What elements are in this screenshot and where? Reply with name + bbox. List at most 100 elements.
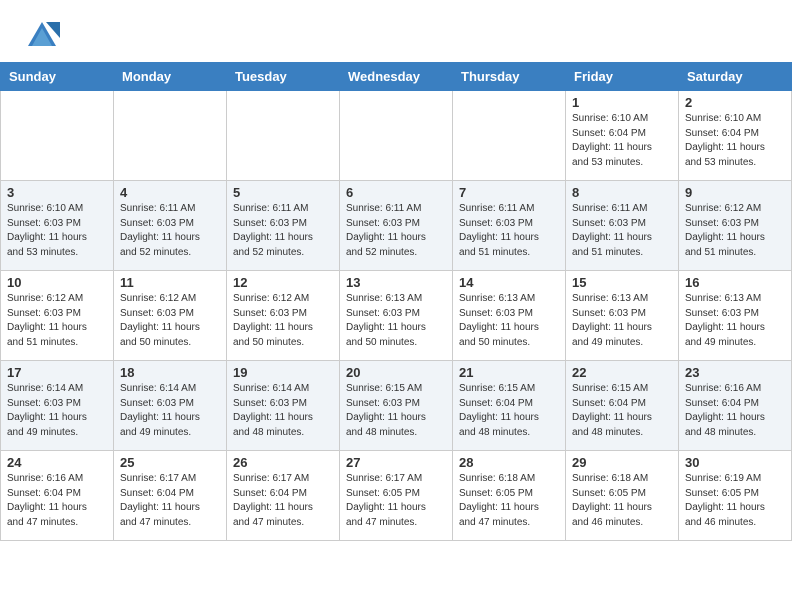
day-info: Sunrise: 6:11 AM Sunset: 6:03 PM Dayligh… — [346, 202, 446, 260]
day-info: Sunrise: 6:18 AM Sunset: 6:05 PM Dayligh… — [459, 472, 559, 530]
calendar-cell: 2 Sunrise: 6:10 AM Sunset: 6:04 PM Daylig… — [679, 91, 792, 181]
weekday-header: Friday — [566, 63, 679, 91]
day-number: 17 — [7, 365, 107, 380]
day-info: Sunrise: 6:14 AM Sunset: 6:03 PM Dayligh… — [7, 382, 107, 440]
day-info: Sunrise: 6:11 AM Sunset: 6:03 PM Dayligh… — [459, 202, 559, 260]
day-info: Sunrise: 6:15 AM Sunset: 6:03 PM Dayligh… — [346, 382, 446, 440]
day-info: Sunrise: 6:16 AM Sunset: 6:04 PM Dayligh… — [685, 382, 785, 440]
day-number: 19 — [233, 365, 333, 380]
day-number: 8 — [572, 185, 672, 200]
day-number: 16 — [685, 275, 785, 290]
calendar-cell: 17 Sunrise: 6:14 AM Sunset: 6:03 PM Dayli… — [1, 361, 114, 451]
day-info: Sunrise: 6:10 AM Sunset: 6:04 PM Dayligh… — [685, 112, 785, 170]
calendar-cell: 10Sunrise: 6:12 AM Sunset: 6:03 PM Dayli… — [1, 271, 114, 361]
day-info: Sunrise: 6:16 AM Sunset: 6:04 PM Dayligh… — [7, 472, 107, 530]
day-number: 6 — [346, 185, 446, 200]
calendar-cell: 19Sunrise: 6:14 AM Sunset: 6:03 PM Dayli… — [227, 361, 340, 451]
calendar-cell: 3 Sunrise: 6:10 AM Sunset: 6:03 PM Daylig… — [1, 181, 114, 271]
day-number: 11 — [120, 275, 220, 290]
calendar-cell — [453, 91, 566, 181]
day-info: Sunrise: 6:17 AM Sunset: 6:05 PM Dayligh… — [346, 472, 446, 530]
day-number: 20 — [346, 365, 446, 380]
calendar-cell: 27Sunrise: 6:17 AM Sunset: 6:05 PM Dayli… — [340, 451, 453, 541]
day-info: Sunrise: 6:17 AM Sunset: 6:04 PM Dayligh… — [233, 472, 333, 530]
calendar-table: SundayMondayTuesdayWednesdayThursdayFrid… — [0, 62, 792, 541]
logo — [24, 18, 64, 54]
calendar-cell: 24 Sunrise: 6:16 AM Sunset: 6:04 PM Dayli… — [1, 451, 114, 541]
calendar-cell: 9Sunrise: 6:12 AM Sunset: 6:03 PM Daylig… — [679, 181, 792, 271]
day-number: 13 — [346, 275, 446, 290]
day-number: 5 — [233, 185, 333, 200]
day-info: Sunrise: 6:13 AM Sunset: 6:03 PM Dayligh… — [459, 292, 559, 350]
calendar-header-row: SundayMondayTuesdayWednesdayThursdayFrid… — [1, 63, 792, 91]
calendar-cell — [114, 91, 227, 181]
page-header — [0, 0, 792, 62]
day-info: Sunrise: 6:15 AM Sunset: 6:04 PM Dayligh… — [572, 382, 672, 440]
day-number: 26 — [233, 455, 333, 470]
day-number: 4 — [120, 185, 220, 200]
calendar-cell — [340, 91, 453, 181]
calendar-week-row: 10Sunrise: 6:12 AM Sunset: 6:03 PM Dayli… — [1, 271, 792, 361]
day-info: Sunrise: 6:12 AM Sunset: 6:03 PM Dayligh… — [685, 202, 785, 260]
calendar-cell: 1 Sunrise: 6:10 AM Sunset: 6:04 PM Daylig… — [566, 91, 679, 181]
calendar-week-row: 24 Sunrise: 6:16 AM Sunset: 6:04 PM Dayli… — [1, 451, 792, 541]
calendar-cell: 23Sunrise: 6:16 AM Sunset: 6:04 PM Dayli… — [679, 361, 792, 451]
calendar-cell: 5 Sunrise: 6:11 AM Sunset: 6:03 PM Daylig… — [227, 181, 340, 271]
day-number: 21 — [459, 365, 559, 380]
day-number: 7 — [459, 185, 559, 200]
day-info: Sunrise: 6:12 AM Sunset: 6:03 PM Dayligh… — [7, 292, 107, 350]
day-info: Sunrise: 6:13 AM Sunset: 6:03 PM Dayligh… — [685, 292, 785, 350]
day-info: Sunrise: 6:11 AM Sunset: 6:03 PM Dayligh… — [120, 202, 220, 260]
day-info: Sunrise: 6:14 AM Sunset: 6:03 PM Dayligh… — [120, 382, 220, 440]
calendar-cell: 16 Sunrise: 6:13 AM Sunset: 6:03 PM Dayli… — [679, 271, 792, 361]
day-info: Sunrise: 6:10 AM Sunset: 6:04 PM Dayligh… — [572, 112, 672, 170]
day-info: Sunrise: 6:19 AM Sunset: 6:05 PM Dayligh… — [685, 472, 785, 530]
calendar-cell: 15 Sunrise: 6:13 AM Sunset: 6:03 PM Dayli… — [566, 271, 679, 361]
calendar-cell: 29Sunrise: 6:18 AM Sunset: 6:05 PM Dayli… — [566, 451, 679, 541]
calendar-cell: 18 Sunrise: 6:14 AM Sunset: 6:03 PM Dayli… — [114, 361, 227, 451]
day-number: 30 — [685, 455, 785, 470]
weekday-header: Thursday — [453, 63, 566, 91]
day-number: 1 — [572, 95, 672, 110]
day-number: 18 — [120, 365, 220, 380]
day-number: 2 — [685, 95, 785, 110]
calendar-cell: 30 Sunrise: 6:19 AM Sunset: 6:05 PM Dayli… — [679, 451, 792, 541]
day-number: 29 — [572, 455, 672, 470]
calendar-cell: 14 Sunrise: 6:13 AM Sunset: 6:03 PM Dayli… — [453, 271, 566, 361]
day-info: Sunrise: 6:11 AM Sunset: 6:03 PM Dayligh… — [233, 202, 333, 260]
weekday-header: Sunday — [1, 63, 114, 91]
day-number: 15 — [572, 275, 672, 290]
calendar-cell: 25 Sunrise: 6:17 AM Sunset: 6:04 PM Dayli… — [114, 451, 227, 541]
calendar-cell: 21 Sunrise: 6:15 AM Sunset: 6:04 PM Dayli… — [453, 361, 566, 451]
day-info: Sunrise: 6:11 AM Sunset: 6:03 PM Dayligh… — [572, 202, 672, 260]
calendar-cell: 28 Sunrise: 6:18 AM Sunset: 6:05 PM Dayli… — [453, 451, 566, 541]
weekday-header: Monday — [114, 63, 227, 91]
weekday-header: Saturday — [679, 63, 792, 91]
day-number: 24 — [7, 455, 107, 470]
day-info: Sunrise: 6:15 AM Sunset: 6:04 PM Dayligh… — [459, 382, 559, 440]
day-info: Sunrise: 6:10 AM Sunset: 6:03 PM Dayligh… — [7, 202, 107, 260]
day-info: Sunrise: 6:13 AM Sunset: 6:03 PM Dayligh… — [346, 292, 446, 350]
day-number: 25 — [120, 455, 220, 470]
day-info: Sunrise: 6:12 AM Sunset: 6:03 PM Dayligh… — [233, 292, 333, 350]
day-info: Sunrise: 6:17 AM Sunset: 6:04 PM Dayligh… — [120, 472, 220, 530]
calendar-cell — [1, 91, 114, 181]
day-info: Sunrise: 6:13 AM Sunset: 6:03 PM Dayligh… — [572, 292, 672, 350]
calendar-cell: 6 Sunrise: 6:11 AM Sunset: 6:03 PM Daylig… — [340, 181, 453, 271]
calendar-cell: 12Sunrise: 6:12 AM Sunset: 6:03 PM Dayli… — [227, 271, 340, 361]
day-number: 22 — [572, 365, 672, 380]
day-number: 14 — [459, 275, 559, 290]
calendar-cell: 26 Sunrise: 6:17 AM Sunset: 6:04 PM Dayli… — [227, 451, 340, 541]
calendar-cell: 11 Sunrise: 6:12 AM Sunset: 6:03 PM Dayli… — [114, 271, 227, 361]
calendar-week-row: 3 Sunrise: 6:10 AM Sunset: 6:03 PM Daylig… — [1, 181, 792, 271]
calendar-cell: 7 Sunrise: 6:11 AM Sunset: 6:03 PM Daylig… — [453, 181, 566, 271]
day-info: Sunrise: 6:12 AM Sunset: 6:03 PM Dayligh… — [120, 292, 220, 350]
calendar-cell — [227, 91, 340, 181]
calendar-cell: 22 Sunrise: 6:15 AM Sunset: 6:04 PM Dayli… — [566, 361, 679, 451]
weekday-header: Wednesday — [340, 63, 453, 91]
day-number: 3 — [7, 185, 107, 200]
calendar-week-row: 17 Sunrise: 6:14 AM Sunset: 6:03 PM Dayli… — [1, 361, 792, 451]
calendar-cell: 13 Sunrise: 6:13 AM Sunset: 6:03 PM Dayli… — [340, 271, 453, 361]
day-number: 28 — [459, 455, 559, 470]
calendar-cell: 4 Sunrise: 6:11 AM Sunset: 6:03 PM Daylig… — [114, 181, 227, 271]
